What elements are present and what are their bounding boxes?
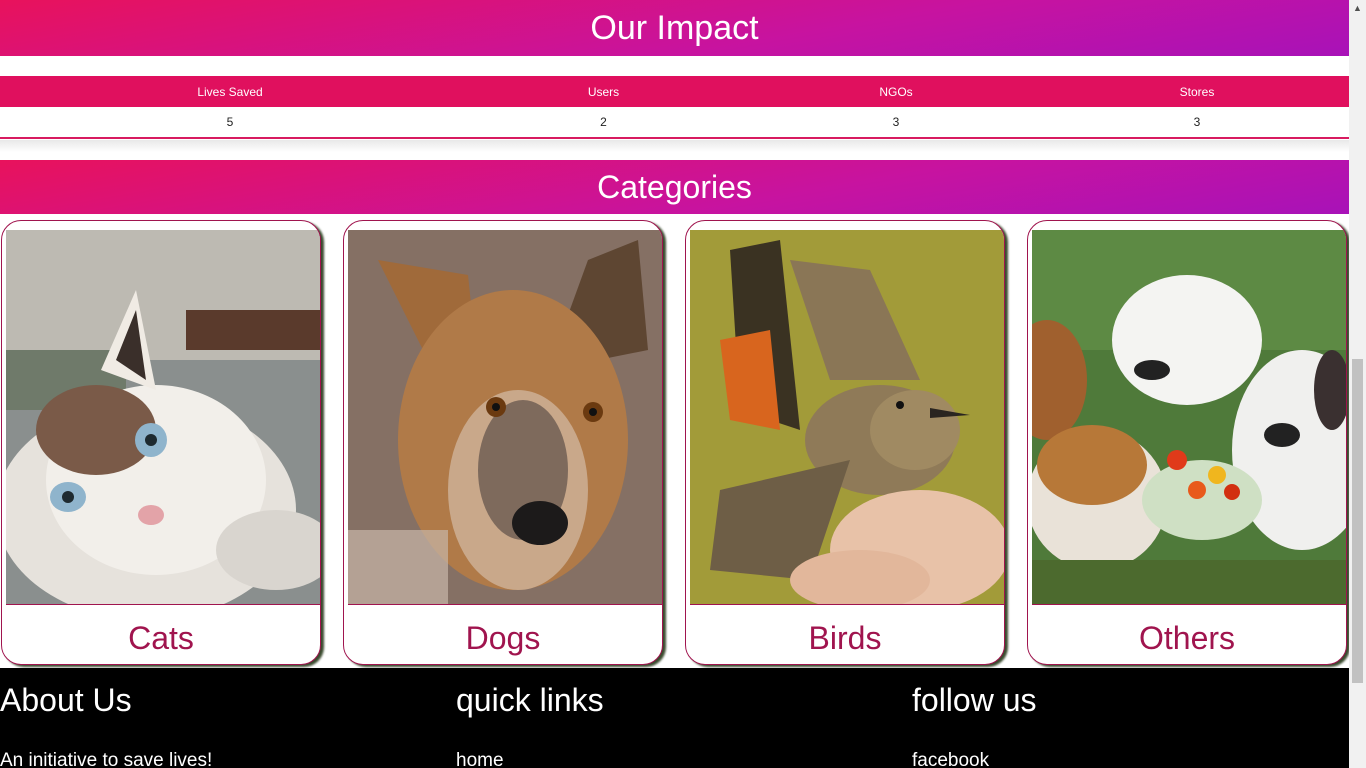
category-card-cats[interactable]: Cats bbox=[1, 220, 321, 665]
footer-link-home[interactable]: home bbox=[456, 750, 504, 768]
page: Our Impact Lives Saved Users NGOs Stores… bbox=[0, 0, 1349, 768]
header-users: Users bbox=[460, 76, 747, 107]
vertical-scrollbar[interactable]: ▲ bbox=[1349, 0, 1366, 768]
footer-link-facebook[interactable]: facebook bbox=[912, 750, 989, 768]
category-cards: Cats Dogs Birds Others bbox=[0, 220, 1349, 668]
impact-value-row: 5 2 3 3 bbox=[0, 107, 1349, 139]
scrollbar-thumb[interactable] bbox=[1352, 359, 1363, 683]
header-stores: Stores bbox=[1045, 76, 1349, 107]
category-label-birds: Birds bbox=[808, 620, 882, 656]
impact-table: Lives Saved Users NGOs Stores 5 2 3 3 bbox=[0, 76, 1349, 139]
value-users: 2 bbox=[460, 107, 747, 139]
category-label-dogs: Dogs bbox=[465, 620, 541, 656]
value-stores: 3 bbox=[1045, 107, 1349, 139]
header-lives-saved: Lives Saved bbox=[0, 76, 460, 107]
dog-photo bbox=[348, 230, 662, 605]
header-ngos: NGOs bbox=[747, 76, 1045, 107]
category-card-others[interactable]: Others bbox=[1027, 220, 1347, 665]
footer-about-title: About Us bbox=[0, 682, 132, 718]
cat-photo bbox=[6, 230, 320, 605]
impact-header-row: Lives Saved Users NGOs Stores bbox=[0, 76, 1349, 107]
category-card-dogs[interactable]: Dogs bbox=[343, 220, 663, 665]
value-lives-saved: 5 bbox=[0, 107, 460, 139]
footer-follow-title: follow us bbox=[912, 682, 1037, 718]
impact-heading: Our Impact bbox=[0, 0, 1349, 56]
category-card-birds[interactable]: Birds bbox=[685, 220, 1005, 665]
footer-about-text: An initiative to save lives! bbox=[0, 750, 213, 768]
table-shadow bbox=[0, 140, 1349, 152]
categories-heading: Categories bbox=[0, 160, 1349, 214]
footer-quick-links-title: quick links bbox=[456, 682, 604, 718]
scroll-up-arrow-icon[interactable]: ▲ bbox=[1349, 0, 1366, 17]
category-label-others: Others bbox=[1138, 620, 1236, 656]
bird-photo bbox=[690, 230, 1004, 605]
category-label-cats: Cats bbox=[128, 620, 194, 656]
value-ngos: 3 bbox=[747, 107, 1045, 139]
rabbits-guinea-pigs-photo bbox=[1032, 230, 1346, 605]
footer: About Us An initiative to save lives! qu… bbox=[0, 668, 1349, 768]
